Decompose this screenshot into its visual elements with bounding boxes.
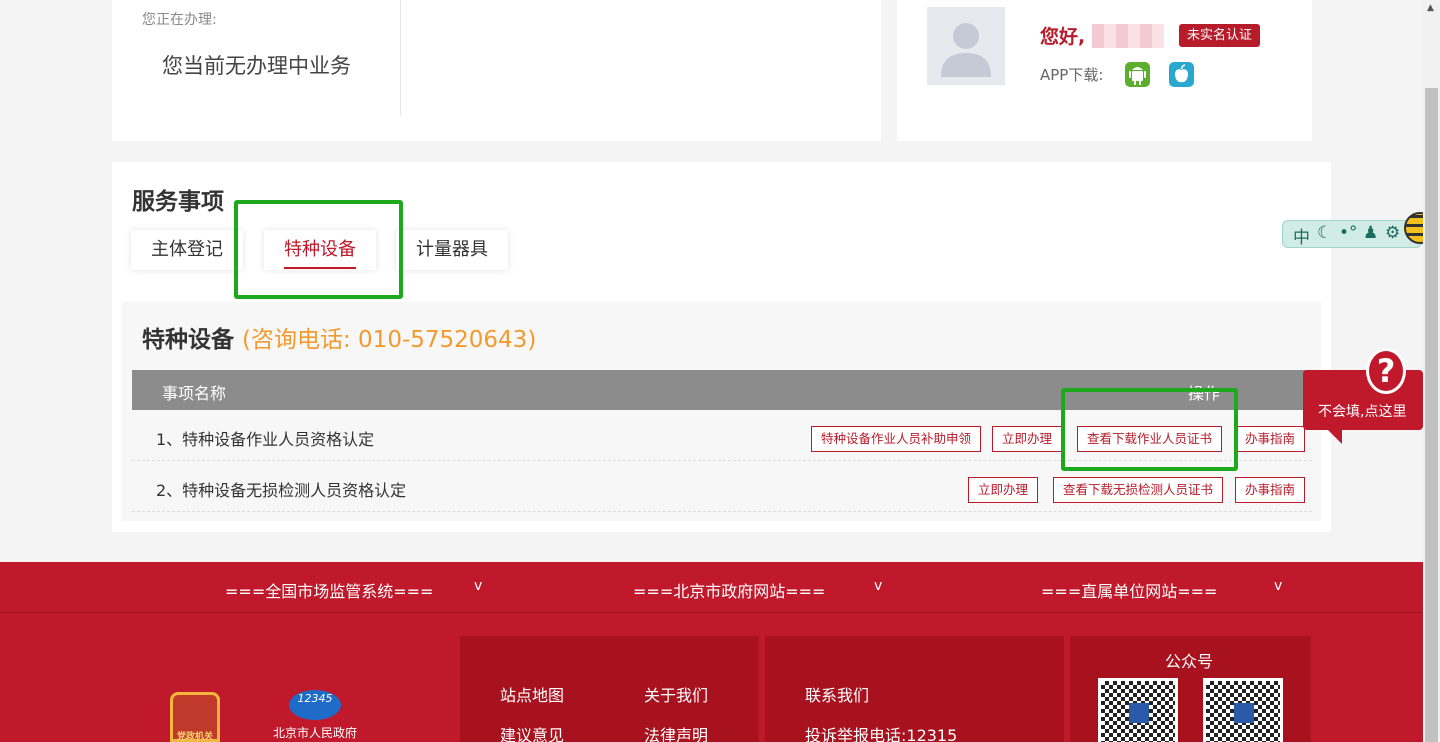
current-task-value: 您当前无办理中业务 <box>162 54 351 78</box>
care-mode-icon[interactable]: •° <box>1339 223 1358 243</box>
avatar-icon[interactable] <box>927 7 1005 85</box>
android-icon[interactable] <box>1125 62 1150 87</box>
footer-links-box: 站点地图 关于我们 建议意见 法律声明 <box>460 636 759 742</box>
night-mode-icon[interactable]: ☾ <box>1317 223 1332 243</box>
apply-now-button[interactable]: 立即办理 <box>968 477 1039 503</box>
affiliated-sites-link[interactable]: ===直属单位网站=== <box>1041 578 1217 602</box>
highlight-box-download <box>1061 388 1238 471</box>
greeting-text: 您好, <box>1040 26 1086 48</box>
help-bubble-tail <box>1326 428 1342 444</box>
chevron-down-icon[interactable]: v <box>874 578 882 594</box>
gear-icon[interactable]: ⚙ <box>1385 223 1400 243</box>
subsidy-apply-button[interactable]: 特种设备作业人员补助申领 <box>811 426 982 452</box>
item-name: 1、特种设备作业人员资格认定 <box>156 430 375 449</box>
footer-contact-box: 联系我们 投诉举报电话:12315 <box>765 636 1064 742</box>
user-icon[interactable]: ♟ <box>1363 223 1378 243</box>
services-title: 服务事项 <box>132 189 224 215</box>
party-gov-logo[interactable]: 党政机关 <box>170 692 220 742</box>
tab-measuring-instruments[interactable]: 计量器具 <box>396 230 508 270</box>
footer: ===全国市场监管系统=== v ===北京市政府网站=== v ===直属单位… <box>0 562 1423 742</box>
download-ndt-certificate-button[interactable]: 查看下载无损检测人员证书 <box>1053 477 1224 503</box>
auth-status-badge[interactable]: 未实名认证 <box>1179 24 1261 47</box>
current-task-card: 您正在办理: 您当前无办理中业务 <box>112 0 881 141</box>
scrollbar-thumb[interactable] <box>1425 88 1438 742</box>
wechat-title: 公众号 <box>1165 652 1214 671</box>
legal-notice-link[interactable]: 法律声明 <box>644 722 708 742</box>
panel-title-text: 特种设备 <box>142 327 234 353</box>
apple-icon[interactable] <box>1169 62 1194 87</box>
highlight-box-tab <box>234 200 403 299</box>
user-card: 您好, 未实名认证 APP下载: <box>897 0 1312 141</box>
guide-button[interactable]: 办事指南 <box>1235 426 1306 452</box>
complaint-hotline: 投诉举报电话:12315 <box>805 726 958 742</box>
party-gov-logo-text: 党政机关 <box>176 732 213 742</box>
chevron-down-icon[interactable]: v <box>1274 578 1282 594</box>
accessibility-toolbar: 中 ☾ •° ♟ ⚙ <box>1282 220 1422 248</box>
national-market-link[interactable]: ===全国市场监管系统=== <box>225 578 433 602</box>
consult-phone: (咨询电话: 010-57520643) <box>242 327 537 353</box>
about-us-link[interactable]: 关于我们 <box>644 682 708 706</box>
chevron-down-icon[interactable]: v <box>474 578 482 594</box>
qr-code-icon <box>1098 678 1178 742</box>
current-task-label: 您正在办理: <box>142 12 217 28</box>
help-text[interactable]: 不会填,点这里 <box>1318 401 1406 421</box>
apply-now-button[interactable]: 立即办理 <box>992 426 1063 452</box>
scroll-up-icon[interactable]: ▲ <box>1427 3 1434 13</box>
suggestions-link[interactable]: 建议意见 <box>500 722 564 742</box>
panel-title: 特种设备 (咨询电话: 010-57520643) <box>142 320 536 354</box>
help-bubble[interactable] <box>1303 370 1423 430</box>
question-mark-icon[interactable]: ? <box>1366 348 1406 394</box>
guide-button[interactable]: 办事指南 <box>1235 477 1306 503</box>
footer-link-bar: ===全国市场监管系统=== v ===北京市政府网站=== v ===直属单位… <box>0 562 1423 613</box>
footer-wechat-box: 公众号 <box>1070 636 1311 742</box>
beijing-gov-caption: 北京市人民政府 <box>273 726 358 740</box>
card-divider <box>400 0 401 116</box>
column-header-name: 事项名称 <box>162 384 227 403</box>
site-map-link[interactable]: 站点地图 <box>500 682 564 706</box>
tab-entity-registration[interactable]: 主体登记 <box>131 230 243 270</box>
hotline-12345-logo[interactable]: 12345 <box>289 690 341 720</box>
chinese-mode-icon[interactable]: 中 <box>1293 223 1310 248</box>
beijing-gov-link[interactable]: ===北京市政府网站=== <box>633 578 825 602</box>
username-redacted <box>1092 24 1164 48</box>
contact-us-link[interactable]: 联系我们 <box>805 682 869 706</box>
app-download-label: APP下载: <box>1040 66 1104 84</box>
item-name: 2、特种设备无损检测人员资格认定 <box>156 481 407 500</box>
qr-code-icon <box>1203 678 1283 742</box>
